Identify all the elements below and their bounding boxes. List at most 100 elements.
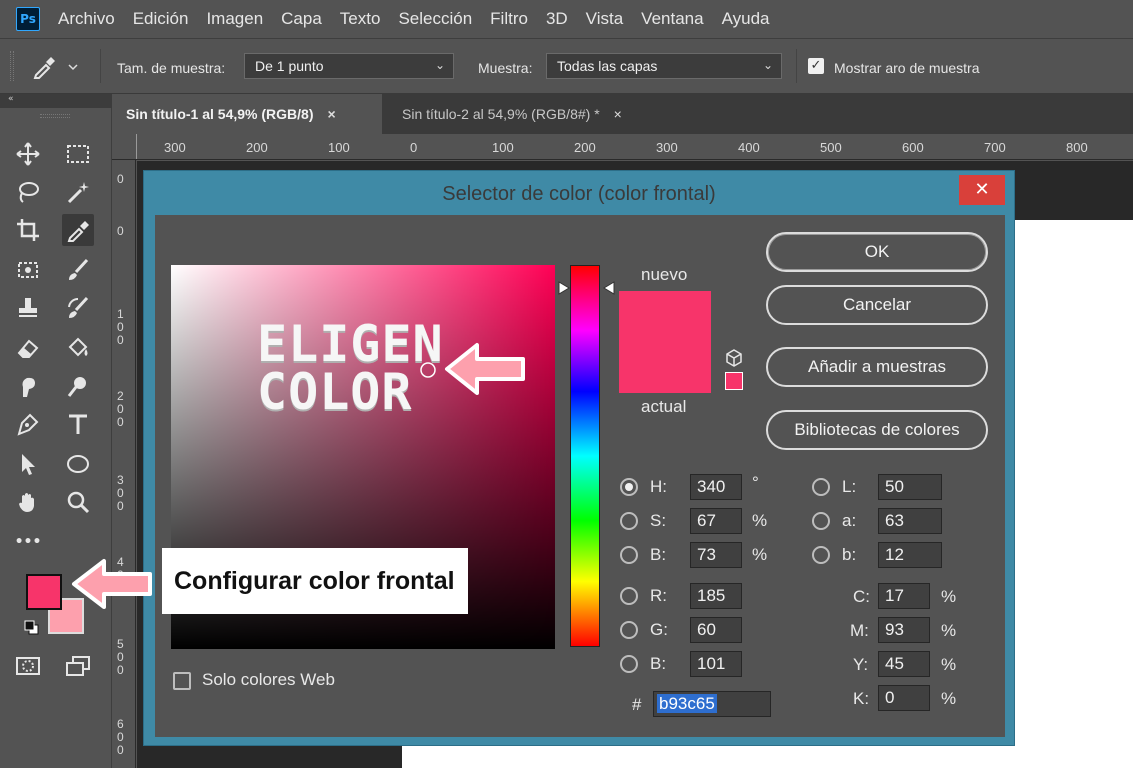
lab-l-field[interactable]: 50: [878, 474, 942, 500]
lab-b-field[interactable]: 12: [878, 542, 942, 568]
menu-edicion[interactable]: Edición: [133, 9, 189, 29]
green-field[interactable]: 60: [690, 617, 742, 643]
web-colors-checkbox[interactable]: [173, 672, 191, 690]
lab-l-radio[interactable]: [812, 478, 830, 496]
saturation-field[interactable]: 67: [690, 508, 742, 534]
current-color-swatch[interactable]: [619, 343, 711, 393]
menu-vista[interactable]: Vista: [586, 9, 624, 29]
hue-value: 340: [697, 477, 726, 496]
path-selection-tool[interactable]: [12, 448, 44, 480]
black-field[interactable]: 0: [878, 685, 930, 711]
green-label: G:: [650, 620, 668, 639]
dodge-tool[interactable]: [62, 370, 94, 402]
edit-toolbar-button[interactable]: •••: [12, 526, 44, 558]
menu-seleccion[interactable]: Selección: [398, 9, 472, 29]
frame-tool[interactable]: [12, 254, 44, 286]
lab-a-field[interactable]: 63: [878, 508, 942, 534]
hue-radio[interactable]: [620, 478, 638, 496]
screen-mode-button[interactable]: [62, 650, 94, 682]
close-icon[interactable]: ×: [614, 106, 622, 122]
tab-document-1[interactable]: Sin título-1 al 54,9% (RGB/8) ×: [112, 94, 382, 134]
ellipse-tool[interactable]: [62, 448, 94, 480]
panel-collapse-bar[interactable]: «: [0, 94, 112, 108]
cube-icon[interactable]: [725, 349, 743, 367]
options-separator: [796, 49, 797, 83]
show-ring-checkbox[interactable]: ✓: [808, 58, 824, 74]
yellow-value: 45: [885, 654, 904, 673]
red-radio[interactable]: [620, 587, 638, 605]
web-safe-swatch[interactable]: [725, 372, 743, 390]
menu-3d[interactable]: 3D: [546, 9, 568, 29]
brightness-field[interactable]: 73: [690, 542, 742, 568]
menu-capa[interactable]: Capa: [281, 9, 322, 29]
smudge-tool[interactable]: [12, 370, 44, 402]
yellow-field[interactable]: 45: [878, 651, 930, 677]
hue-slider[interactable]: [570, 265, 600, 647]
lasso-tool[interactable]: [12, 176, 44, 208]
cyan-field[interactable]: 17: [878, 583, 930, 609]
move-tool[interactable]: [12, 138, 44, 170]
move-icon: [16, 142, 40, 166]
quick-mask-button[interactable]: [12, 650, 44, 682]
hand-tool[interactable]: [12, 486, 44, 518]
ok-button[interactable]: OK: [766, 232, 988, 272]
brightness-radio[interactable]: [620, 546, 638, 564]
lab-b-radio[interactable]: [812, 546, 830, 564]
yellow-label: Y:: [853, 655, 869, 674]
options-grip[interactable]: [10, 51, 14, 81]
menu-archivo[interactable]: Archivo: [58, 9, 115, 29]
saturation-radio[interactable]: [620, 512, 638, 530]
crop-tool[interactable]: [12, 214, 44, 246]
menu-filtro[interactable]: Filtro: [490, 9, 528, 29]
zoom-tool[interactable]: [62, 486, 94, 518]
blue-field[interactable]: 101: [690, 651, 742, 677]
menu-ayuda[interactable]: Ayuda: [722, 9, 770, 29]
lab-a-radio[interactable]: [812, 512, 830, 530]
eraser-tool[interactable]: [12, 332, 44, 364]
collapse-icon[interactable]: «: [8, 94, 14, 104]
magenta-field[interactable]: 93: [878, 617, 930, 643]
history-brush-tool[interactable]: [62, 292, 94, 324]
paint-bucket-icon: [68, 337, 88, 357]
default-colors-icon[interactable]: [24, 620, 40, 636]
menu-imagen[interactable]: Imagen: [206, 9, 263, 29]
hue-field[interactable]: 340: [690, 474, 742, 500]
hue-left-triangle-icon[interactable]: [557, 281, 571, 295]
close-button[interactable]: ✕: [959, 175, 1005, 205]
pen-tool[interactable]: [12, 408, 44, 440]
cancel-button[interactable]: Cancelar: [766, 285, 988, 325]
hue-right-triangle-icon[interactable]: [602, 281, 616, 295]
paint-bucket-tool[interactable]: [62, 332, 94, 364]
menu-ventana[interactable]: Ventana: [641, 9, 703, 29]
quick-selection-tool[interactable]: [62, 176, 94, 208]
sample-size-select[interactable]: De 1 punto ⌄: [244, 53, 454, 79]
hex-field[interactable]: b93c65: [653, 691, 771, 717]
brightness-label: B:: [650, 545, 667, 564]
blue-label: B:: [650, 654, 667, 673]
marquee-tool[interactable]: [62, 138, 94, 170]
hue-gradient: [571, 266, 599, 646]
blue-radio[interactable]: [620, 655, 638, 673]
sample-select[interactable]: Todas las capas ⌄: [546, 53, 782, 79]
tab-document-2[interactable]: Sin título-2 al 54,9% (RGB/8#) * ×: [388, 94, 678, 134]
arrow-cursor-icon: [22, 454, 35, 475]
menu-texto[interactable]: Texto: [340, 9, 381, 29]
tool-preset-picker[interactable]: [30, 53, 86, 81]
ruler-label: 6 0 0: [117, 717, 124, 757]
lab-a-label: a:: [842, 511, 857, 530]
close-icon[interactable]: ×: [327, 106, 335, 122]
add-to-swatches-button[interactable]: Añadir a muestras: [766, 347, 988, 387]
color-libraries-button[interactable]: Bibliotecas de colores: [766, 410, 988, 450]
stamp-tool[interactable]: [12, 292, 44, 324]
type-tool[interactable]: [62, 408, 94, 440]
red-field[interactable]: 185: [690, 583, 742, 609]
panel-grip[interactable]: [40, 114, 70, 118]
brush-tool[interactable]: [62, 254, 94, 286]
ruler-label: 0: [117, 172, 124, 186]
green-radio[interactable]: [620, 621, 638, 639]
eyedropper-tool[interactable]: [62, 214, 94, 246]
foreground-color-swatch[interactable]: [26, 574, 62, 610]
eyedropper-icon: [33, 57, 55, 79]
history-brush-icon: [68, 296, 89, 318]
eyedropper-icon: [67, 221, 89, 242]
